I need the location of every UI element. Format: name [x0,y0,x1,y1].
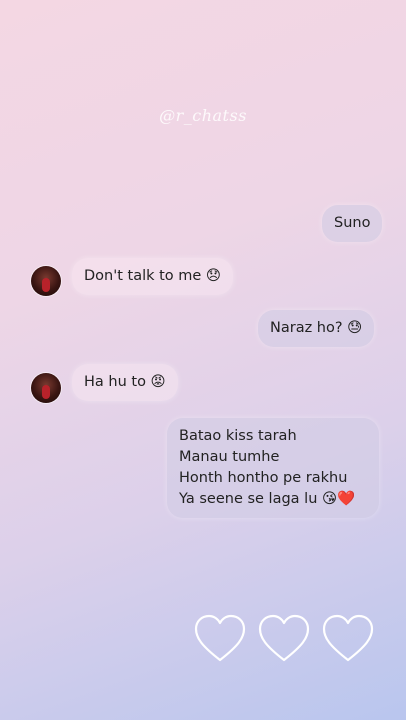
message-line: Ya seene se laga lu 😘❤️ [179,491,356,507]
heart-outline-icon[interactable] [192,612,248,668]
message-text: Naraz ho? 😓 [270,320,363,336]
message-bubble-sent[interactable]: Suno [322,205,383,242]
message-text: Ha hu to 😡 [84,374,166,390]
avatar[interactable] [31,266,61,296]
message-bubble-sent[interactable]: Batao kiss tarah Manau tumhe Honth honth… [167,418,379,518]
message-text: Don't talk to me 😞 [84,268,222,284]
message-line: Batao kiss tarah [179,428,297,444]
heart-outline-icon[interactable] [320,612,376,668]
message-bubble-received[interactable]: Ha hu to 😡 [72,364,178,401]
message-bubble-sent[interactable]: Naraz ho? 😓 [258,310,375,347]
watermark: @r_chatss [159,106,247,125]
hearts-row [192,612,376,672]
avatar[interactable] [31,373,61,403]
message-text: Suno [334,215,371,231]
heart-outline-icon[interactable] [256,612,312,668]
message-line: Manau tumhe [179,449,280,465]
message-line: Honth hontho pe rakhu [179,470,348,486]
message-bubble-received[interactable]: Don't talk to me 😞 [72,258,234,295]
